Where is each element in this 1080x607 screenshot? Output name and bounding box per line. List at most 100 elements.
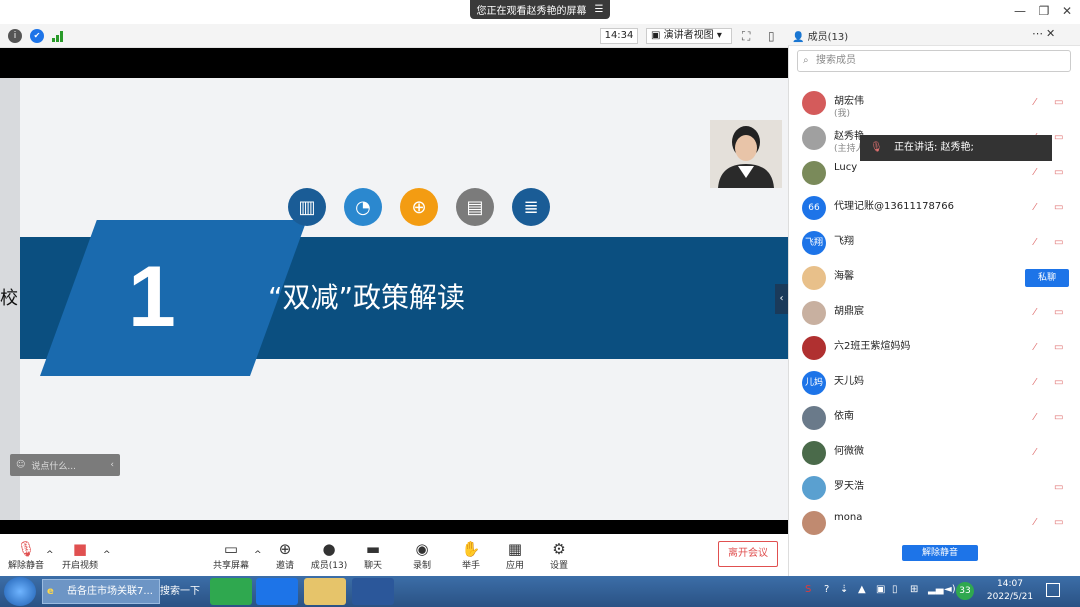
member-name: 六2班王紫煊妈妈 [834,341,911,352]
restore-icon[interactable]: ❐ [1034,4,1054,18]
avatar [802,161,826,185]
shield-icon[interactable]: ✔ [30,29,44,43]
settings-button[interactable]: ⚙ 设置 [534,540,584,571]
member-row[interactable]: 儿妈 天儿妈 ⁄ ▭ [800,368,1072,402]
emoji-icon[interactable]: ☺ [16,460,25,470]
member-row[interactable]: Lucy ⁄ ▭ [800,158,1072,192]
signal-tray-icon[interactable]: ⇣ [840,584,848,595]
ie-icon: e [47,586,54,597]
meeting-app-icon[interactable] [256,578,298,605]
minimize-icon[interactable]: — [1010,4,1030,18]
slide-number: 1 [128,249,176,345]
leave-meeting-button[interactable]: 离开会议 [718,541,778,567]
fullscreen-icon[interactable]: ⛶ [742,29,750,44]
member-row[interactable]: 66 代理记账@13611178766 ⁄ ▭ [800,193,1072,227]
invite-button[interactable]: ⊕ 邀请 [260,540,310,571]
private-chat-button[interactable]: 私聊 [1025,269,1069,287]
chat-button[interactable]: ▬ 聊天 [348,540,398,571]
bar-chart-icon: ▥ [288,188,326,226]
member-name: 海馨 [834,271,854,282]
taskbar-date: 2022/5/21 [986,592,1034,602]
unmute-all-button[interactable]: 解除静音 [902,545,978,561]
chat-input[interactable]: ☺ 说点什么... ‹ [10,454,120,476]
taskbar-ie-label: 岳各庄市场关联7... [67,586,153,597]
network-icon[interactable]: ⊞ [910,584,918,595]
signal-icon[interactable] [52,30,64,42]
member-row[interactable]: 罗天浩 ▭ [800,473,1072,507]
menu-icon[interactable]: ☰ [595,4,604,15]
member-name: 飞翔 [834,236,854,247]
member-row[interactable]: 六2班王紫煊妈妈 ⁄ ▭ [800,333,1072,367]
wechat-icon[interactable] [210,578,252,605]
speaking-indicator: 🎙 正在讲话: 赵秀艳; [860,135,1052,161]
taskbar-clock[interactable]: 14:07 2022/5/21 [985,578,1035,604]
share-screen-label: 共享屏幕 [212,561,249,571]
volume-icon[interactable]: ◄) [944,584,956,595]
chat-label: 聊天 [363,561,382,571]
notebook-icon: ▤ [456,188,494,226]
start-video-button[interactable]: ■ 开启视频 [55,540,105,571]
member-search-input[interactable]: ⌕ 搜索成员 [797,50,1071,72]
start-button[interactable] [4,577,36,606]
taskbar-ie-window[interactable]: e 岳各庄市场关联7... [42,579,160,604]
chevron-left-icon[interactable]: ‹ [110,460,120,470]
member-row[interactable]: mona ⁄ ▭ [800,508,1072,542]
member-row[interactable]: 胡宏伟 (我) ⁄ ▭ [800,88,1072,122]
sogou-icon[interactable]: S [805,584,811,595]
avatar: 66 [802,196,826,220]
apps-label: 应用 [505,561,524,571]
avatar: 儿妈 [802,371,826,395]
chevron-up-icon[interactable]: ▲ [858,584,866,595]
members-panel-title-text: 成员(13) [807,32,849,43]
member-row[interactable]: 胡鼎宸 ⁄ ▭ [800,298,1072,332]
speaker-video[interactable] [710,120,782,188]
word-icon[interactable] [352,578,394,605]
close-icon[interactable]: ✕ [1057,4,1077,18]
layout-icon[interactable]: ▯ [768,29,775,43]
avatar [802,301,826,325]
member-name: 胡鼎宸 [834,306,864,317]
apps-button[interactable]: ▦ 应用 [490,540,540,571]
camera-off-icon: ▭ [1054,412,1064,423]
chevron-up-icon[interactable]: ^ [103,550,111,560]
share-screen-button[interactable]: ▭ 共享屏幕 [206,540,256,571]
settings-label: 设置 [549,561,568,571]
slide-title: “双减”政策解读 [268,281,466,314]
avatar [802,336,826,360]
chevron-up-icon[interactable]: ^ [46,550,54,560]
avatar [802,126,826,150]
member-row[interactable]: 飞翔 飞翔 ⁄ ▭ [800,228,1072,262]
mic-off-icon: ⁄ [1034,167,1036,178]
camera-off-icon: ▭ [1054,377,1064,388]
taskbar-search-button[interactable]: 搜索一下 [160,579,200,604]
collapse-panel-button[interactable]: ‹ [775,284,788,314]
share-banner[interactable]: 您正在观看赵秀艳的屏幕 ☰ [470,0,610,19]
camera-off-icon: ▭ [1054,482,1064,493]
record-button[interactable]: ◉ 录制 [397,540,447,571]
members-button[interactable]: ● 成员(13) [304,540,354,571]
help-icon[interactable]: ? [824,584,829,595]
members-label: 成员(13) [310,561,348,571]
more-icon[interactable]: ⋯ [1032,27,1043,40]
member-row[interactable]: 依南 ⁄ ▭ [800,403,1072,437]
share-screen-icon: ▭ [223,540,239,558]
member-row[interactable]: 何微微 ⁄ [800,438,1072,472]
record-label: 录制 [412,561,431,571]
view-mode-dropdown[interactable]: ▣ 演讲者视图 ▾ [646,28,732,44]
gear-icon: ⚙ [552,540,566,558]
member-search-placeholder: 搜索成员 [816,55,856,66]
info-icon[interactable]: i [8,29,22,43]
folder-icon[interactable] [304,578,346,605]
chat-icon: ▬ [365,540,381,558]
raise-hand-button[interactable]: ✋ 举手 [446,540,496,571]
battery-icon[interactable]: ▯ [892,584,898,595]
wifi-icon[interactable]: ▂▄ [928,584,943,595]
tray-app-icon[interactable]: ▣ [876,584,885,595]
member-name: Lucy [834,162,858,173]
badge-icon[interactable]: 33 [956,582,974,600]
show-desktop-button[interactable] [1046,583,1060,597]
close-panel-icon[interactable]: ✕ [1046,27,1055,40]
unmute-button[interactable]: 🎙 解除静音 [1,540,51,571]
user-icon: 👤 [792,32,805,43]
member-role: (我) [834,109,851,119]
